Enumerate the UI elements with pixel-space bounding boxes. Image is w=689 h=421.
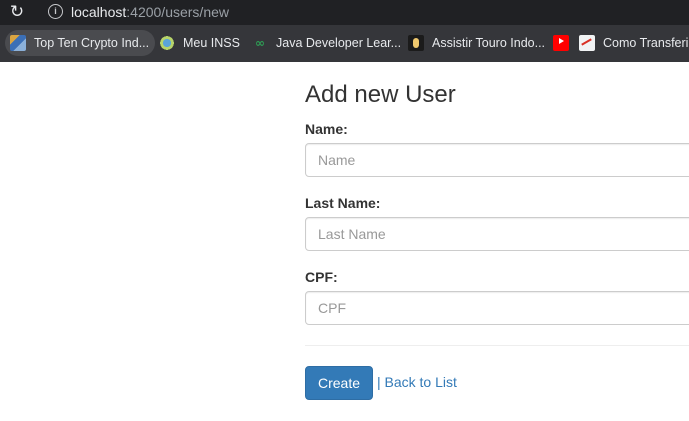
touro-favicon-icon: [408, 35, 424, 51]
cpf-input[interactable]: [305, 291, 689, 325]
bookmark-assistir-touro[interactable]: Assistir Touro Indo...: [403, 30, 551, 56]
page-title: Add new User: [305, 81, 456, 108]
url-text[interactable]: localhost:4200/users/new: [71, 3, 229, 21]
crypto-favicon-icon: [10, 35, 26, 51]
last-name-input[interactable]: [305, 217, 689, 251]
back-to-list-link[interactable]: Back to List: [385, 374, 457, 390]
inss-favicon-icon: [159, 35, 175, 51]
chart-favicon-icon: [579, 35, 595, 51]
bookmark-meu-inss[interactable]: Meu INSS: [154, 30, 246, 56]
back-link-group: | Back to List: [377, 374, 457, 390]
cpf-label: CPF:: [305, 269, 338, 285]
bookmark-label: Como Transferir...: [603, 36, 689, 50]
last-name-label: Last Name:: [305, 195, 381, 211]
name-input[interactable]: [305, 143, 689, 177]
reload-icon[interactable]: ↻: [7, 2, 27, 22]
address-bar[interactable]: ↻ i localhost:4200/users/new: [0, 0, 689, 25]
site-info-icon[interactable]: i: [48, 4, 63, 19]
bookmark-java-developer[interactable]: ∞ Java Developer Lear...: [247, 30, 407, 56]
form-divider: [305, 345, 689, 346]
separator: |: [377, 374, 381, 390]
url-host: localhost: [71, 4, 127, 20]
bookmark-como-transferir[interactable]: Como Transferir...: [574, 30, 689, 56]
bookmark-label: Top Ten Crypto Ind...: [34, 36, 150, 50]
bookmarks-bar: Top Ten Crypto Ind... Meu INSS ∞ Java De…: [0, 25, 689, 62]
bookmark-top-ten-crypto[interactable]: Top Ten Crypto Ind...: [5, 30, 156, 56]
bookmark-label: Assistir Touro Indo...: [432, 36, 546, 50]
bookmark-label: Java Developer Lear...: [276, 36, 402, 50]
name-label: Name:: [305, 121, 348, 137]
create-button[interactable]: Create: [305, 366, 373, 400]
youtube-icon: [553, 35, 569, 51]
browser-chrome: ↻ i localhost:4200/users/new Top Ten Cry…: [0, 0, 689, 62]
java-favicon-icon: ∞: [255, 36, 265, 50]
url-path: :4200/users/new: [126, 4, 229, 20]
bookmark-label: Meu INSS: [183, 36, 240, 50]
